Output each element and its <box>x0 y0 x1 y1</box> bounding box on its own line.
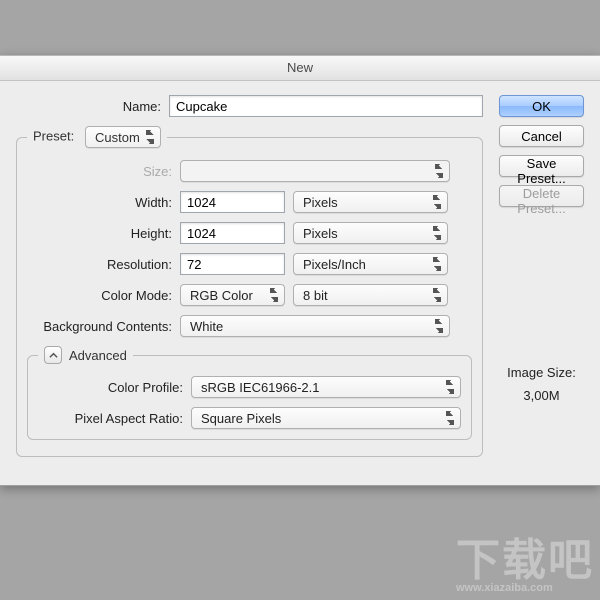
pixelaspect-select[interactable]: Square Pixels <box>191 407 461 429</box>
preset-label: Preset: <box>33 128 74 143</box>
advanced-label: Advanced <box>69 348 127 363</box>
size-select <box>180 160 450 182</box>
width-input[interactable] <box>180 191 285 213</box>
image-size-label: Image Size: <box>499 365 584 380</box>
colorprofile-select[interactable]: sRGB IEC61966-2.1 <box>191 376 461 398</box>
name-label: Name: <box>16 99 161 114</box>
background-value: White <box>190 319 223 334</box>
bitdepth-value: 8 bit <box>303 288 328 303</box>
resolution-input[interactable] <box>180 253 285 275</box>
preset-select[interactable]: Custom <box>85 126 161 148</box>
resolution-unit-value: Pixels/Inch <box>303 257 366 272</box>
colormode-label: Color Mode: <box>27 288 172 303</box>
preset-value: Custom <box>95 130 140 145</box>
height-label: Height: <box>27 226 172 241</box>
width-label: Width: <box>27 195 172 210</box>
background-select[interactable]: White <box>180 315 450 337</box>
height-unit-value: Pixels <box>303 226 338 241</box>
height-input[interactable] <box>180 222 285 244</box>
watermark-main: 下载吧 <box>456 536 594 585</box>
width-unit-select[interactable]: Pixels <box>293 191 448 213</box>
colorprofile-label: Color Profile: <box>38 380 183 395</box>
bitdepth-select[interactable]: 8 bit <box>293 284 448 306</box>
watermark: 下载吧 www.xiazaiba.com <box>456 539 594 594</box>
width-unit-value: Pixels <box>303 195 338 210</box>
cancel-button[interactable]: Cancel <box>499 125 584 147</box>
save-preset-button[interactable]: Save Preset... <box>499 155 584 177</box>
chevron-up-icon <box>49 351 58 360</box>
colorprofile-value: sRGB IEC61966-2.1 <box>201 380 320 395</box>
preset-group: Preset: Custom Size: Width: <box>16 126 483 457</box>
dialog-title: New <box>0 56 600 81</box>
pixelaspect-value: Square Pixels <box>201 411 281 426</box>
ok-button[interactable]: OK <box>499 95 584 117</box>
image-size-value: 3,00M <box>499 388 584 403</box>
image-size-block: Image Size: 3,00M <box>499 365 584 403</box>
colormode-select[interactable]: RGB Color <box>180 284 285 306</box>
advanced-group: Advanced Color Profile: sRGB IEC61966-2.… <box>27 346 472 440</box>
new-document-dialog: New Name: Preset: Custom Size: <box>0 55 600 486</box>
advanced-disclosure[interactable] <box>44 346 62 364</box>
resolution-label: Resolution: <box>27 257 172 272</box>
resolution-unit-select[interactable]: Pixels/Inch <box>293 253 448 275</box>
pixelaspect-label: Pixel Aspect Ratio: <box>38 411 183 426</box>
height-unit-select[interactable]: Pixels <box>293 222 448 244</box>
colormode-value: RGB Color <box>190 288 253 303</box>
delete-preset-button: Delete Preset... <box>499 185 584 207</box>
size-label: Size: <box>27 164 172 179</box>
name-input[interactable] <box>169 95 483 117</box>
background-label: Background Contents: <box>27 319 172 334</box>
